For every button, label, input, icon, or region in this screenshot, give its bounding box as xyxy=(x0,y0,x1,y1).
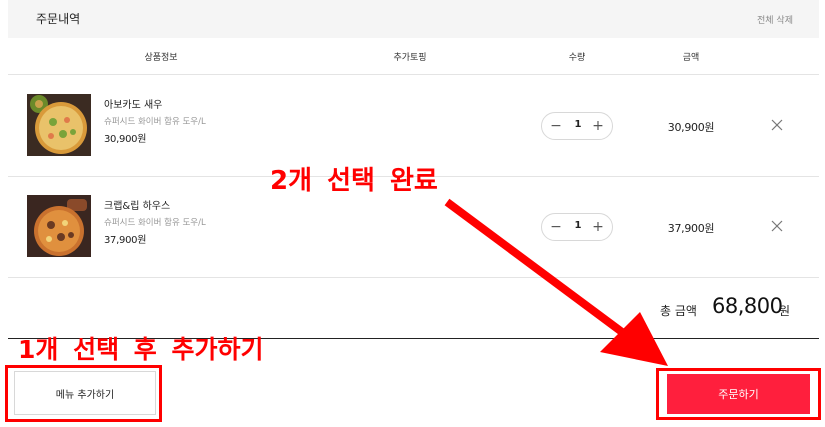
annotation-arrow xyxy=(444,198,668,366)
